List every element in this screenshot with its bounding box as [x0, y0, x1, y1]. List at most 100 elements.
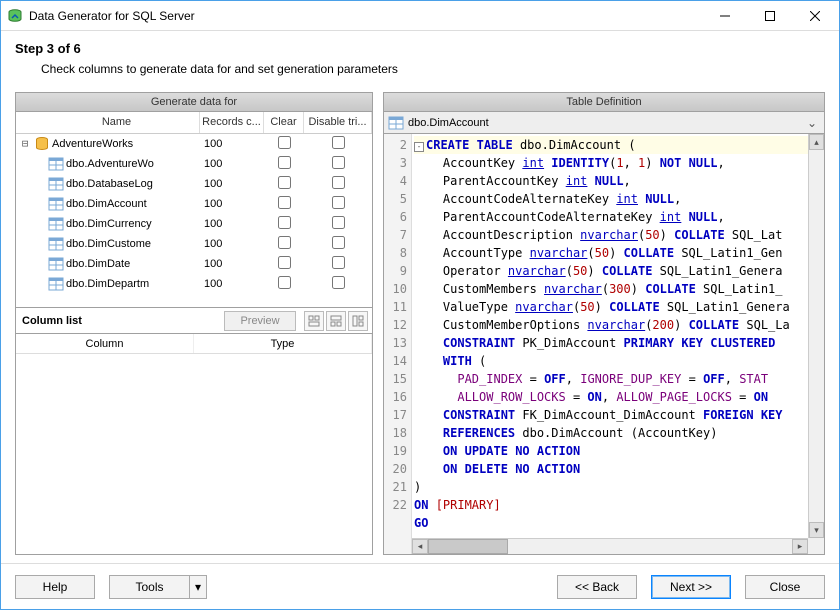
next-button[interactable]: Next >> — [651, 575, 731, 599]
horizontal-scrollbar[interactable]: ◂ ▸ — [412, 538, 808, 554]
records-cell[interactable]: 100 — [200, 178, 264, 190]
tree-item-row[interactable]: dbo.DimCurrency100 — [16, 214, 372, 234]
col-type[interactable]: Type — [194, 334, 372, 353]
clear-checkbox[interactable] — [278, 196, 291, 209]
tools-dropdown-icon[interactable]: ▾ — [189, 575, 207, 599]
records-cell[interactable]: 100 — [200, 198, 264, 210]
records-cell[interactable]: 100 — [200, 158, 264, 170]
step-description: Check columns to generate data for and s… — [15, 56, 825, 84]
root-records[interactable]: 100 — [200, 138, 264, 150]
tree-item-row[interactable]: dbo.DimAccount100 — [16, 194, 372, 214]
table-icon — [48, 216, 64, 232]
definition-object[interactable]: dbo.DimAccount — [408, 117, 804, 129]
table-name: dbo.DimAccount — [66, 198, 200, 210]
table-name: dbo.DimDepartm — [66, 278, 200, 290]
table-name: dbo.AdventureWo — [66, 158, 200, 170]
records-cell[interactable]: 100 — [200, 278, 264, 290]
app-icon — [7, 8, 23, 24]
disable-checkbox[interactable] — [332, 216, 345, 229]
scroll-left-icon[interactable]: ◂ — [412, 539, 428, 554]
sql-code[interactable]: -CREATE TABLE dbo.DimAccount ( AccountKe… — [412, 134, 824, 554]
preview-button[interactable]: Preview — [224, 311, 296, 331]
disable-checkbox[interactable] — [332, 156, 345, 169]
definition-toolbar: dbo.DimAccount ⌄ — [383, 112, 825, 134]
table-definition-panel: Table Definition dbo.DimAccount ⌄ 234567… — [383, 92, 825, 555]
disable-checkbox[interactable] — [332, 236, 345, 249]
fold-icon[interactable]: - — [414, 142, 424, 152]
titlebar: Data Generator for SQL Server — [1, 1, 839, 31]
scroll-up-icon[interactable]: ▴ — [809, 134, 824, 150]
tree-item-row[interactable]: dbo.DatabaseLog100 — [16, 174, 372, 194]
definition-dropdown-icon[interactable]: ⌄ — [804, 116, 820, 130]
table-name: dbo.DimCurrency — [66, 218, 200, 230]
clear-checkbox[interactable] — [278, 276, 291, 289]
table-icon — [388, 115, 404, 131]
sql-editor[interactable]: 2345678910111213141516171819202122 -CREA… — [383, 134, 825, 555]
disable-checkbox[interactable] — [332, 256, 345, 269]
tree-body[interactable]: ⊟ AdventureWorks 100 dbo.AdventureWo100d… — [16, 134, 372, 307]
root-clear-checkbox[interactable] — [278, 136, 291, 149]
window-title: Data Generator for SQL Server — [29, 9, 702, 23]
tree-item-row[interactable]: dbo.DimCustome100 — [16, 234, 372, 254]
tree-root-row[interactable]: ⊟ AdventureWorks 100 — [16, 134, 372, 154]
table-icon — [48, 156, 64, 172]
bottom-bar: Help Tools ▾ << Back Next >> Close — [1, 563, 839, 609]
line-gutter: 2345678910111213141516171819202122 — [384, 134, 412, 554]
disable-checkbox[interactable] — [332, 276, 345, 289]
vertical-scrollbar[interactable]: ▴ ▾ — [808, 134, 824, 538]
col-records[interactable]: Records c... — [200, 112, 264, 133]
column-list-bar: Column list Preview — [15, 308, 373, 334]
back-button[interactable]: << Back — [557, 575, 637, 599]
grid-view-3-button[interactable] — [348, 311, 368, 331]
generate-data-panel: Generate data for Name Records c... Clea… — [15, 92, 373, 555]
table-icon — [48, 256, 64, 272]
col-name[interactable]: Name — [34, 112, 200, 133]
records-cell[interactable]: 100 — [200, 218, 264, 230]
table-name: dbo.DimCustome — [66, 238, 200, 250]
close-wizard-button[interactable]: Close — [745, 575, 825, 599]
grid-view-1-button[interactable] — [304, 311, 324, 331]
table-icon — [48, 196, 64, 212]
scroll-right-icon[interactable]: ▸ — [792, 539, 808, 554]
table-icon — [48, 176, 64, 192]
clear-checkbox[interactable] — [278, 236, 291, 249]
close-button[interactable] — [792, 1, 837, 31]
col-column[interactable]: Column — [16, 334, 194, 353]
col-disable[interactable]: Disable tri... — [304, 112, 372, 133]
tree-item-row[interactable]: dbo.DimDepartm100 — [16, 274, 372, 294]
help-button[interactable]: Help — [15, 575, 95, 599]
hscroll-thumb[interactable] — [428, 539, 508, 554]
col-clear[interactable]: Clear — [264, 112, 304, 133]
tree-item-row[interactable]: dbo.AdventureWo100 — [16, 154, 372, 174]
clear-checkbox[interactable] — [278, 156, 291, 169]
records-cell[interactable]: 100 — [200, 238, 264, 250]
left-panel-title: Generate data for — [15, 92, 373, 112]
tools-button[interactable]: Tools — [109, 575, 189, 599]
scroll-down-icon[interactable]: ▾ — [809, 522, 824, 538]
database-icon — [34, 136, 50, 152]
tree-header: Name Records c... Clear Disable tri... — [16, 112, 372, 134]
minimize-button[interactable] — [702, 1, 747, 31]
scroll-corner — [808, 538, 824, 554]
db-name: AdventureWorks — [52, 138, 133, 150]
root-disable-checkbox[interactable] — [332, 136, 345, 149]
step-heading: Step 3 of 6 Check columns to generate da… — [1, 31, 839, 92]
disable-checkbox[interactable] — [332, 176, 345, 189]
records-cell[interactable]: 100 — [200, 258, 264, 270]
maximize-button[interactable] — [747, 1, 792, 31]
right-panel-title: Table Definition — [383, 92, 825, 112]
step-label: Step 3 of 6 — [15, 41, 825, 56]
clear-checkbox[interactable] — [278, 176, 291, 189]
column-list-body: Column Type — [15, 334, 373, 555]
collapse-icon[interactable]: ⊟ — [16, 137, 34, 150]
table-name: dbo.DimDate — [66, 258, 200, 270]
grid-view-2-button[interactable] — [326, 311, 346, 331]
column-list-label: Column list — [20, 315, 224, 327]
disable-checkbox[interactable] — [332, 196, 345, 209]
clear-checkbox[interactable] — [278, 216, 291, 229]
table-icon — [48, 236, 64, 252]
tree-item-row[interactable]: dbo.DimDate100 — [16, 254, 372, 274]
clear-checkbox[interactable] — [278, 256, 291, 269]
table-name: dbo.DatabaseLog — [66, 178, 200, 190]
table-icon — [48, 276, 64, 292]
